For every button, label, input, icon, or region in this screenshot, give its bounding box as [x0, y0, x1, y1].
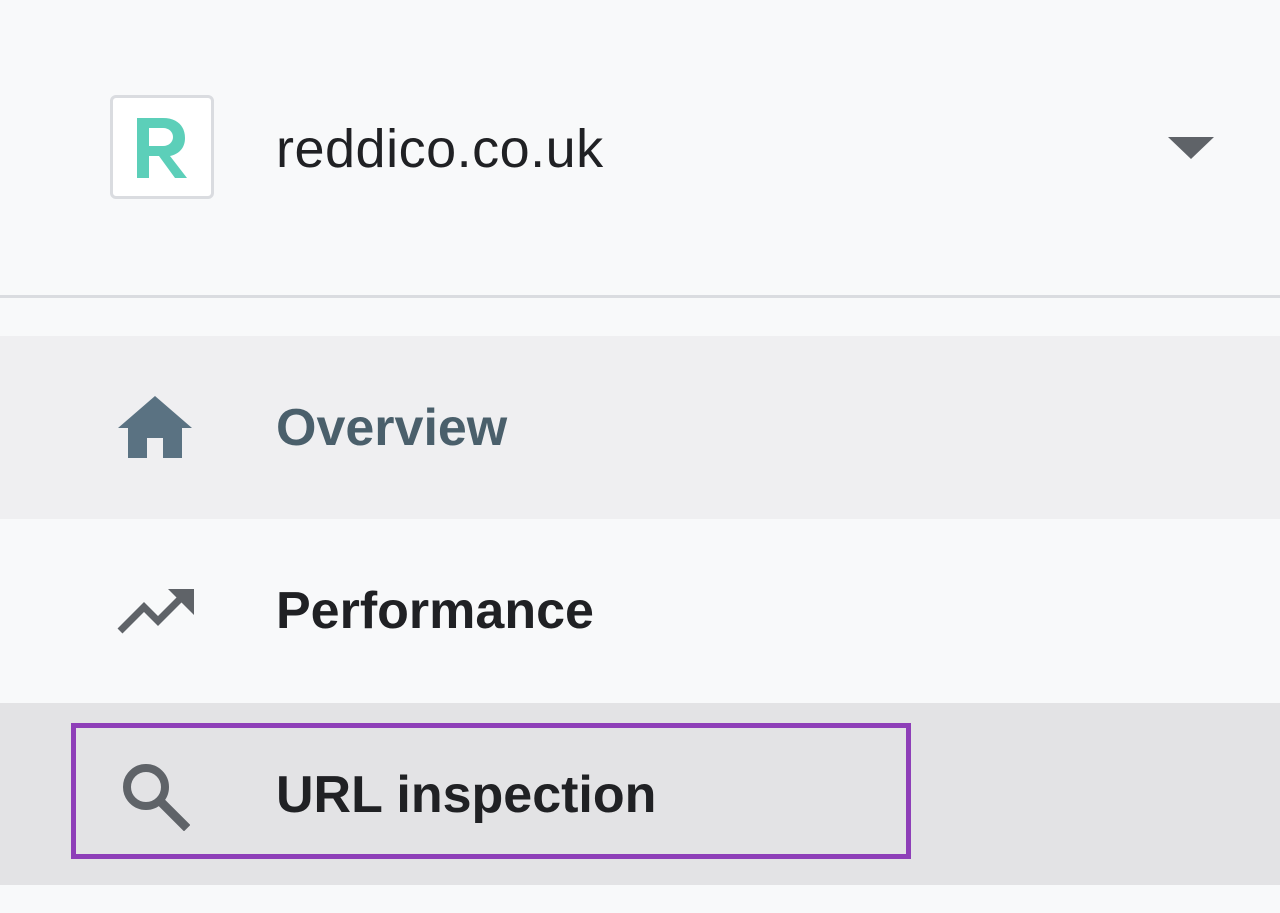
- property-selector[interactable]: reddico.co.uk: [0, 0, 1280, 296]
- nav-item-performance[interactable]: Performance: [0, 519, 1280, 703]
- property-logo: [110, 95, 214, 199]
- trending-up-icon: [116, 587, 196, 642]
- nav-item-label: Performance: [276, 582, 594, 640]
- property-name: reddico.co.uk: [276, 119, 604, 179]
- nav-item-label: URL inspection: [276, 766, 657, 824]
- nav-item-url-inspection[interactable]: URL inspection: [0, 703, 1280, 885]
- nav-item-overview[interactable]: Overview: [0, 336, 1280, 519]
- dropdown-arrow-icon[interactable]: [1168, 137, 1214, 159]
- search-icon: [120, 761, 191, 836]
- divider: [0, 295, 1280, 298]
- nav-item-label: Overview: [276, 399, 508, 457]
- home-icon: [116, 394, 194, 465]
- reddico-r-logo-icon: [137, 118, 187, 178]
